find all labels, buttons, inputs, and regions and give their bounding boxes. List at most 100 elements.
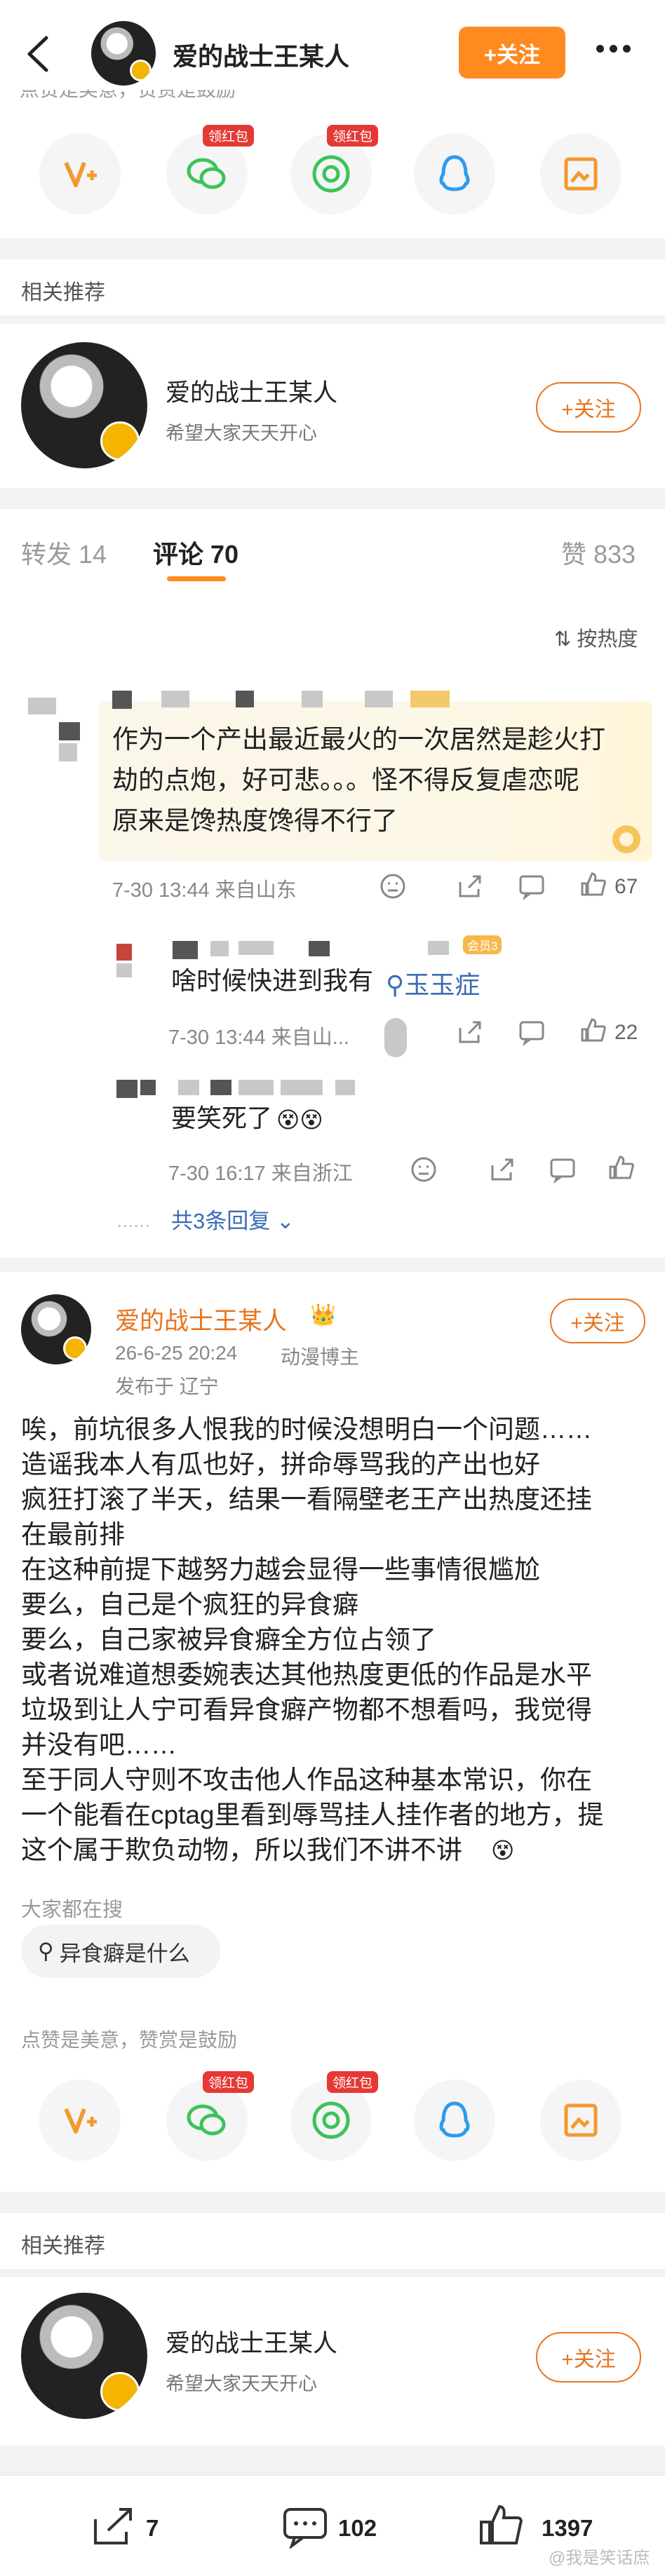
- qq-share-button[interactable]: [414, 2080, 495, 2161]
- sort-toggle[interactable]: ⇅ 按热度: [554, 623, 638, 652]
- red-packet-badge: 领红包: [203, 2071, 255, 2093]
- related-avatar[interactable]: [21, 2293, 147, 2419]
- chevron-down-icon: ⌄: [276, 1209, 295, 1233]
- red-packet-badge: 领红包: [327, 2071, 379, 2093]
- wechat-icon: [187, 2104, 226, 2136]
- related-avatar[interactable]: [21, 342, 147, 468]
- trending-search-chip[interactable]: ⚲ 异食癖是什么: [21, 1925, 220, 1978]
- blurred-username: [281, 1080, 323, 1095]
- post-line: 造谣我本人有瓜也好，拼命辱骂我的产出也好: [21, 1450, 540, 1479]
- post-line: 在最前排: [21, 1520, 125, 1549]
- comment-icon[interactable]: [549, 1155, 577, 1184]
- image-save-icon: [564, 157, 598, 191]
- author-avatar[interactable]: [91, 21, 156, 86]
- post-follow-button[interactable]: +关注: [550, 1299, 645, 1343]
- post-tag: 动漫博主: [281, 1346, 360, 1368]
- related-desc: 希望大家天天开心: [166, 2373, 317, 2394]
- blurred-username: [428, 941, 449, 955]
- more-options-icon[interactable]: [596, 43, 638, 60]
- search-icon: ⚲: [38, 1939, 54, 1963]
- divider: [0, 1258, 665, 1272]
- blurred-username: [365, 691, 393, 707]
- blurred-username: [302, 691, 323, 707]
- dislike-face-icon[interactable]: [410, 1155, 438, 1184]
- repost-count: 7: [146, 2515, 159, 2541]
- moments-icon: [312, 155, 350, 193]
- repost-icon[interactable]: [90, 2505, 135, 2547]
- related-follow-button[interactable]: +关注: [536, 2332, 641, 2382]
- comment-icon[interactable]: [518, 872, 546, 900]
- save-image-button[interactable]: [540, 133, 622, 215]
- thumbs-up-icon[interactable]: [478, 2504, 523, 2547]
- crown-badge-icon: 👑: [310, 1303, 337, 1327]
- divider: [0, 2446, 665, 2475]
- related-name[interactable]: 爱的战士王某人: [166, 373, 337, 409]
- post-line: 或者说难道想委婉表达其他热度更低的作品是水平: [21, 1660, 592, 1689]
- comment-icon[interactable]: [282, 2507, 328, 2549]
- blurred-username: [239, 1080, 274, 1095]
- share-icon[interactable]: [456, 1018, 484, 1046]
- back-arrow-icon[interactable]: [21, 29, 56, 79]
- reply-text: 啥时候快进到我有: [171, 966, 374, 995]
- like-reward-button[interactable]: [39, 2080, 121, 2161]
- blurred-username: [173, 941, 198, 959]
- qq-icon: [439, 155, 470, 191]
- divider: [0, 316, 665, 324]
- blurred-avatar: [116, 944, 132, 961]
- qq-share-button[interactable]: [414, 133, 495, 215]
- blurred-username: [236, 691, 254, 707]
- blurred-avatar: [28, 698, 56, 714]
- topic-link[interactable]: ⚲玉玉症: [386, 965, 480, 1001]
- hot-comment-badge-icon: [612, 825, 640, 853]
- comment-icon[interactable]: [518, 1018, 546, 1046]
- like-count: 1397: [542, 2515, 593, 2541]
- reply-meta: 7-30 16:17 来自浙江: [168, 1162, 353, 1185]
- save-image-button[interactable]: [540, 2080, 622, 2161]
- wechat-icon: [187, 158, 226, 189]
- like-reward-button[interactable]: [39, 133, 121, 215]
- blurred-badge: [410, 691, 450, 707]
- follow-button[interactable]: +关注: [459, 27, 565, 79]
- related-name[interactable]: 爱的战士王某人: [166, 2324, 337, 2359]
- moments-share-button[interactable]: 领红包: [290, 2071, 379, 2161]
- divider: [0, 238, 665, 259]
- like-count: 22: [614, 1021, 638, 1044]
- dislike-face-icon[interactable]: [379, 872, 407, 900]
- post-line: 至于同人守则不攻击他人作品这种基本常识，你在: [21, 1765, 592, 1794]
- red-packet-badge: 领红包: [203, 125, 255, 147]
- tab-comment[interactable]: 评论 70: [153, 534, 239, 571]
- page-title: 爱的战士王某人: [173, 42, 350, 71]
- comment-text: 作为一个产出最近最火的一次居然是趁火打: [112, 725, 605, 754]
- search-icon: ⚲: [386, 970, 405, 999]
- trending-search-title: 大家都在搜: [21, 1899, 123, 1921]
- thumbs-up-icon[interactable]: [579, 1017, 607, 1045]
- like-v-icon: [64, 161, 97, 187]
- post-location: 发布于 辽宁: [115, 1376, 219, 1397]
- thumbs-up-icon[interactable]: [579, 871, 607, 899]
- comment-meta: 7-30 13:44 来自山东: [112, 879, 297, 902]
- wechat-share-button[interactable]: 领红包: [166, 2071, 255, 2161]
- tab-like[interactable]: 赞 833: [561, 534, 636, 571]
- share-icon[interactable]: [456, 872, 484, 900]
- moments-share-button[interactable]: 领红包: [290, 125, 379, 215]
- watermark: @我是笑话庶: [549, 2549, 650, 2568]
- tab-repost[interactable]: 转发 14: [21, 534, 107, 571]
- blurred-avatar: [116, 963, 132, 977]
- post-line: 垃圾到让人宁可看异食癖产物都不想看吗，我觉得: [21, 1695, 592, 1724]
- share-icon[interactable]: [488, 1155, 516, 1184]
- dotted-thread: ⋯⋯: [116, 1216, 150, 1235]
- post-avatar[interactable]: [21, 1294, 91, 1364]
- red-packet-badge: 领红包: [327, 125, 379, 147]
- view-replies-link[interactable]: 共3条回复 ⌄: [171, 1203, 295, 1235]
- blurred-username: [335, 1080, 355, 1095]
- reward-hint-top: 点赞是美意，赞赏是鼓励: [20, 90, 236, 107]
- related-follow-button[interactable]: +关注: [536, 382, 641, 433]
- thumbs-up-icon[interactable]: [607, 1154, 636, 1182]
- blurred-avatar: [116, 1080, 137, 1098]
- blurred-avatar: [59, 722, 80, 740]
- sort-icon: ⇅: [554, 628, 572, 651]
- post-author[interactable]: 爱的战士王某人: [115, 1301, 287, 1337]
- wechat-share-button[interactable]: 领红包: [166, 125, 255, 215]
- reward-hint: 点赞是美意，赞赏是鼓励: [21, 2029, 238, 2051]
- post-line: 这个属于欺负动物，所以我们不讲不讲: [21, 1836, 462, 1864]
